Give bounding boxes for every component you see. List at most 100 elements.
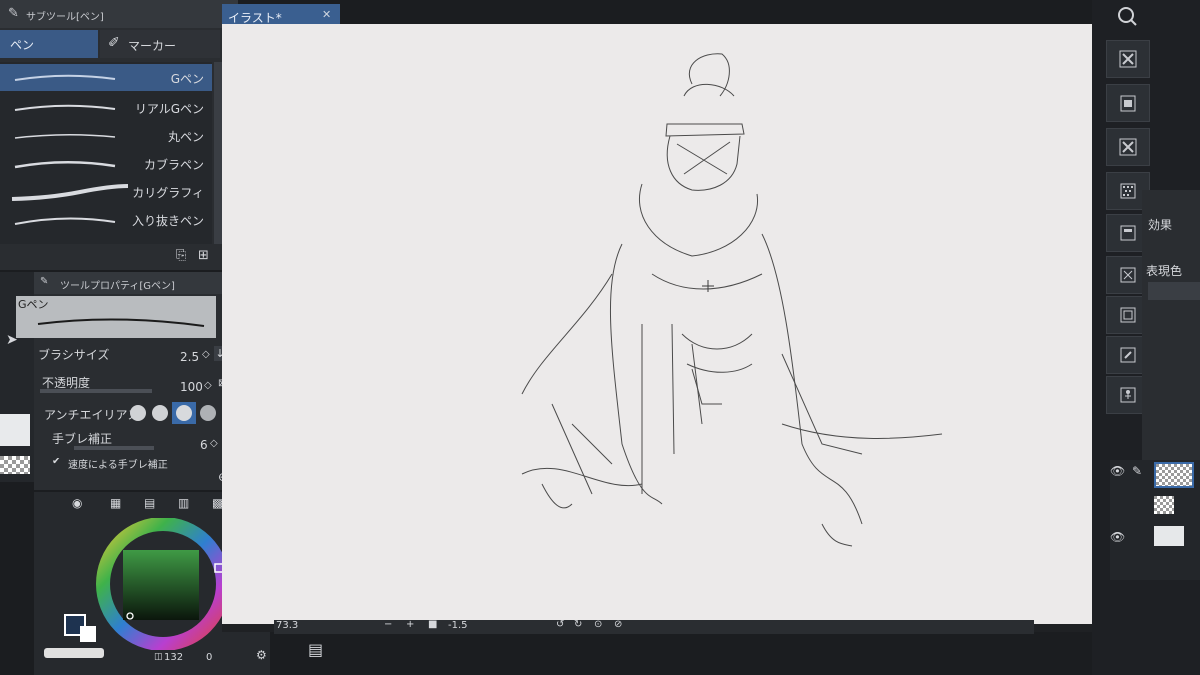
antialias-weak[interactable]: [152, 405, 168, 421]
rotate-left-icon[interactable]: ↺: [556, 619, 564, 630]
close-icon[interactable]: ✕: [322, 8, 331, 21]
layer-mask-thumbnail[interactable]: [1154, 496, 1174, 514]
zoom-in-icon[interactable]: +: [406, 619, 414, 630]
search-icon[interactable]: [1106, 0, 1148, 32]
brush-item-maru-pen[interactable]: 丸ペン: [0, 122, 212, 149]
sketch-artwork: [521, 53, 943, 547]
speed-checkbox-icon[interactable]: ✔: [52, 458, 60, 467]
subtool-title: サブツール[ペン]: [26, 12, 104, 23]
stabilization-value[interactable]: 6: [200, 438, 208, 452]
brush-label: カブラペン: [143, 158, 204, 172]
tab-pen-label: ペン: [10, 38, 35, 52]
sub-color-chip[interactable]: [80, 626, 96, 642]
approximate-color-tab-icon[interactable]: ▥: [178, 496, 189, 510]
hsv-readout-icon: ◫: [154, 652, 163, 662]
brush-list: Gペン リアルGペン 丸ペン カブラペン カリグラフィ 入り抜きペン: [0, 62, 212, 244]
canvas-status-bar: 73.3 − + ■ -1.5 ↺ ↻ ⊙ ⊘: [274, 619, 1034, 634]
layer-thumbnail[interactable]: [1154, 462, 1194, 488]
color-zero-readout: 0: [206, 652, 213, 663]
stepper-icon[interactable]: ◇: [210, 438, 218, 449]
opacity-value[interactable]: 100: [180, 380, 203, 394]
tool-property-header: ✎ ツールプロパティ[Gペン]: [34, 272, 238, 294]
transparent-swatch[interactable]: [0, 456, 30, 474]
brush-stroke-preview: [14, 74, 116, 81]
tab-marker-label: マーカー: [128, 39, 177, 53]
tool-property-panel: ✎ ツールプロパティ[Gペン] Gペン 🔒 ブラシサイズ 2.5 ◇ ⇊ 不透明…: [16, 272, 253, 490]
speed-stabilization-label: 速度による手ブレ補正: [68, 460, 168, 471]
antialias-medium[interactable]: [172, 402, 196, 424]
reset-rotation-icon[interactable]: ⊙: [594, 619, 602, 630]
opacity-row: 不透明度 100 ◇ ⊠: [34, 372, 234, 398]
zoom-readout: 73.3: [276, 620, 299, 631]
intermediate-color-tab-icon[interactable]: ▤: [144, 496, 155, 510]
brush-label: 入り抜きペン: [131, 214, 204, 228]
brush-stroke-preview: [14, 160, 116, 169]
settings-icon[interactable]: ⚙: [256, 648, 267, 662]
color-set-tab-icon[interactable]: ▦: [110, 496, 121, 510]
marker-icon: ✐: [108, 35, 120, 51]
pen-tool-icon: ✎: [40, 276, 49, 287]
stepper-icon[interactable]: ◇: [204, 380, 212, 391]
brush-size-value[interactable]: 2.5: [180, 350, 199, 364]
opacity-slider[interactable]: [40, 389, 152, 393]
brush-item-g-pen[interactable]: Gペン: [0, 64, 212, 91]
main-color-swatch[interactable]: [0, 414, 30, 446]
cancel-icon[interactable]: [1106, 40, 1150, 78]
brush-label: カリグラフィ: [132, 186, 204, 200]
brush-label: リアルGペン: [134, 102, 204, 116]
tab-marker[interactable]: ✐ マーカー: [100, 30, 220, 58]
add-subtool-icon[interactable]: ⊞: [198, 248, 209, 263]
paper-layer-thumbnail[interactable]: [1154, 526, 1184, 546]
crosshair-cursor-icon: [702, 280, 714, 292]
layer-panel: 👁 ✎ 👁: [1110, 460, 1200, 580]
eye-icon[interactable]: 👁: [1110, 464, 1125, 478]
drawing-canvas[interactable]: [222, 24, 1092, 624]
tab-pen[interactable]: ペン: [0, 30, 98, 58]
paste-icon[interactable]: [1106, 84, 1150, 122]
brush-stroke-preview: [14, 104, 116, 111]
brush-stroke-preview: [14, 217, 116, 225]
navigator-icon[interactable]: ▤: [308, 640, 323, 659]
brush-preview-stroke: [37, 318, 205, 327]
brush-item-calligraphy[interactable]: カリグラフィ: [0, 178, 212, 205]
antialias-none[interactable]: [130, 405, 146, 421]
brush-item-real-g-pen[interactable]: リアルGペン: [0, 94, 212, 121]
stepper-icon[interactable]: ◇: [202, 349, 210, 360]
tool-property-title: ツールプロパティ[Gペン]: [60, 281, 175, 292]
effect-label: 効果: [1148, 218, 1173, 232]
layer-property-panel: 効果 表現色: [1142, 190, 1200, 490]
eye-icon[interactable]: 👁: [1110, 530, 1125, 544]
flip-icon[interactable]: ⊘: [614, 619, 622, 630]
brush-preview: Gペン: [16, 296, 216, 338]
pen-layer-icon[interactable]: ✎: [1132, 464, 1142, 478]
brush-scrollbar[interactable]: [214, 62, 222, 244]
antialias-strong[interactable]: [200, 405, 216, 421]
color-wheel[interactable]: [90, 518, 236, 650]
brush-item-kabura-pen[interactable]: カブラペン: [0, 150, 212, 177]
color-wheel-tab-icon[interactable]: ◉: [72, 496, 82, 510]
brush-label: Gペン: [170, 72, 204, 86]
color-indicator-strip: [44, 648, 104, 658]
color-value-readout: 132: [164, 652, 184, 663]
subtool-panel: ✎ サブツール[ペン] ペン ✐ マーカー Gペン リアルGペン 丸ペン カブラ…: [0, 0, 238, 270]
copy-subtool-icon[interactable]: ⎘: [176, 248, 186, 263]
stabilization-row: 手ブレ補正 6 ◇: [34, 430, 234, 456]
fit-icon[interactable]: ■: [428, 619, 437, 630]
expression-color-label: 表現色: [1146, 264, 1183, 278]
brush-size-row: ブラシサイズ 2.5 ◇ ⇊: [34, 344, 234, 370]
clear-icon[interactable]: [1106, 128, 1150, 166]
expression-color-select[interactable]: [1148, 282, 1200, 300]
brush-label: 丸ペン: [167, 130, 204, 144]
antialias-row: アンチエイリアス ⌄: [34, 402, 234, 428]
stabilization-label: 手ブレ補正: [52, 432, 113, 446]
brush-size-label: ブラシサイズ: [38, 348, 110, 362]
subtool-header: ✎ サブツール[ペン]: [0, 0, 238, 28]
brush-stroke-preview: [14, 133, 116, 139]
antialias-label: アンチエイリアス: [44, 408, 140, 422]
speed-stabilization-row: ✔ 速度による手ブレ補正: [34, 458, 234, 472]
zoom-out-icon[interactable]: −: [384, 619, 392, 630]
rotate-right-icon[interactable]: ↻: [574, 619, 582, 630]
brush-stroke-preview: [11, 184, 129, 201]
brush-item-iri-nuki-pen[interactable]: 入り抜きペン: [0, 206, 212, 233]
stabilization-slider[interactable]: [74, 446, 154, 450]
